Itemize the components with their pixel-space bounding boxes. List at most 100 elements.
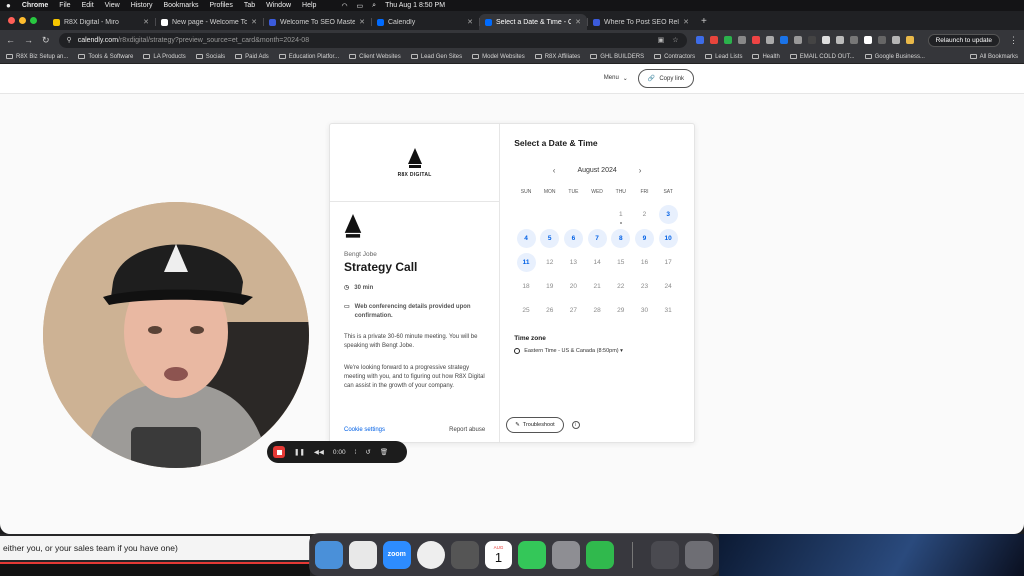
clock[interactable]: Thu Aug 1 8:50 PM (385, 2, 445, 9)
profile-avatar-icon[interactable] (905, 36, 914, 44)
menu-tab[interactable]: Tab (244, 2, 255, 9)
extension-icon[interactable] (863, 36, 872, 44)
bookmark-folder[interactable]: R8X Biz Setup an... (6, 54, 68, 60)
available-day-button[interactable]: 9 (633, 228, 657, 249)
menu-edit[interactable]: Edit (82, 2, 94, 9)
previous-month-icon[interactable]: ‹ (553, 166, 556, 175)
extension-icon[interactable] (835, 36, 844, 44)
available-day-button[interactable]: 11 (514, 252, 538, 272)
new-tab-button[interactable]: + (695, 16, 713, 30)
camera-icon[interactable]: ▣ (658, 36, 665, 44)
extension-icon[interactable] (821, 36, 830, 44)
address-bar[interactable]: ⚲ calendly.com/r8xdigital/strategy?previ… (58, 32, 687, 48)
forward-icon[interactable]: → (24, 35, 33, 45)
report-abuse-link[interactable]: Report abuse (449, 427, 485, 433)
system-settings-icon[interactable] (552, 540, 581, 569)
messages-icon[interactable] (518, 540, 547, 569)
minimize-window-button[interactable] (19, 17, 26, 24)
relaunch-button[interactable]: Relaunch to update (927, 33, 1000, 47)
close-window-button[interactable] (8, 17, 15, 24)
tab-seo-mastery[interactable]: Welcome To SEO Mastery ✕ (263, 14, 371, 30)
bookmark-star-icon[interactable]: ☆ (672, 36, 678, 44)
menu-view[interactable]: View (105, 2, 120, 9)
grid-icon[interactable]: ⁞ (355, 449, 357, 456)
trash-icon[interactable]: 🗑 (380, 448, 388, 456)
all-bookmarks[interactable]: All Bookmarks (969, 54, 1018, 60)
troubleshoot-button[interactable]: ✎ Troubleshoot (506, 417, 564, 433)
menu-profiles[interactable]: Profiles (209, 2, 232, 9)
tab-where-to-post[interactable]: Where To Post SEO Related ✕ (587, 14, 695, 30)
tab-calendly[interactable]: Calendly ✕ (371, 14, 479, 30)
tab-new-page[interactable]: New page - Welcome To Lan✕ (155, 14, 263, 30)
bookmark-folder[interactable]: Socials (195, 54, 225, 60)
menu-button[interactable]: Menu ⌄ (604, 75, 628, 82)
close-tab-icon[interactable]: ✕ (467, 18, 473, 26)
available-day-button[interactable]: 8 (609, 228, 633, 249)
extension-icon[interactable] (765, 36, 774, 44)
battery-icon[interactable]: ▭ (357, 2, 364, 10)
copy-link-button[interactable]: 🔗 Copy link (637, 69, 694, 88)
extension-icon[interactable] (807, 36, 816, 44)
extension-icon[interactable] (877, 36, 886, 44)
available-day-button[interactable]: 7 (585, 228, 609, 249)
bookmark-folder[interactable]: Education Platfor... (278, 54, 339, 60)
pause-icon[interactable]: ❚❚ (294, 448, 305, 456)
zoom-app-icon[interactable]: zoom (382, 540, 411, 569)
rewind-icon[interactable]: ◀◀ (314, 448, 324, 456)
more-menu-icon[interactable]: ⋮ (1009, 35, 1018, 46)
available-day-button[interactable]: 10 (656, 228, 680, 249)
close-tab-icon[interactable]: ✕ (251, 18, 257, 26)
available-day-button[interactable]: 3 (656, 205, 680, 225)
available-day-button[interactable]: 4 (514, 228, 538, 249)
close-tab-icon[interactable]: ✕ (683, 18, 689, 26)
search-icon[interactable]: ⌕ (372, 2, 376, 10)
menu-bookmarks[interactable]: Bookmarks (163, 2, 198, 9)
chrome-icon[interactable] (416, 540, 445, 569)
close-tab-icon[interactable]: ✕ (575, 18, 581, 26)
calendar-icon[interactable]: AUG 1 (484, 540, 513, 569)
timezone-select[interactable]: Eastern Time - US & Canada (8:50pm) ▾ (514, 348, 680, 355)
extension-icon[interactable] (709, 36, 718, 44)
tab-select-date[interactable]: Select a Date & Time - Ca ✕ (479, 14, 587, 30)
bookmark-folder[interactable]: Client Websites (349, 54, 401, 60)
video-progress-bar[interactable] (0, 562, 310, 564)
calculator-icon[interactable] (450, 540, 479, 569)
extension-icon[interactable] (695, 36, 704, 44)
close-tab-icon[interactable]: ✕ (359, 18, 365, 26)
launchpad-icon[interactable] (348, 540, 377, 569)
extension-icon[interactable] (737, 36, 746, 44)
bookmark-folder[interactable]: Lead Gen Sites (410, 54, 462, 60)
reload-icon[interactable]: ↻ (42, 35, 50, 46)
menu-file[interactable]: File (59, 2, 70, 9)
apple-icon[interactable]: ● (6, 1, 11, 10)
restart-icon[interactable]: ↺ (365, 448, 370, 456)
zoom-window-button[interactable] (30, 17, 37, 24)
bookmark-folder[interactable]: EMAIL COLD OUT... (789, 54, 855, 60)
extension-icon[interactable] (849, 36, 858, 44)
extension-icon[interactable] (891, 36, 900, 44)
menu-window[interactable]: Window (266, 2, 291, 9)
menu-history[interactable]: History (131, 2, 153, 9)
site-info-icon[interactable]: ⚲ (67, 36, 72, 44)
wifi-icon[interactable]: ◠ (341, 2, 347, 10)
bookmark-folder[interactable]: GHL BUILDERS (590, 54, 644, 60)
close-tab-icon[interactable]: ✕ (143, 18, 149, 26)
cookie-settings-link[interactable]: Cookie settings (344, 427, 385, 433)
downloads-icon[interactable] (651, 540, 680, 569)
bookmark-folder[interactable]: Paid Ads (235, 54, 269, 60)
available-day-button[interactable]: 6 (562, 228, 586, 249)
menu-app-name[interactable]: Chrome (22, 2, 48, 9)
next-month-icon[interactable]: › (639, 166, 642, 175)
bookmark-folder[interactable]: Lead Lists (705, 54, 742, 60)
finder-icon[interactable] (315, 540, 343, 569)
stop-recording-button[interactable] (273, 446, 285, 458)
extension-icon[interactable] (751, 36, 760, 44)
available-day-button[interactable]: 5 (538, 228, 562, 249)
numbers-icon[interactable] (586, 540, 615, 569)
extension-icon[interactable] (723, 36, 732, 44)
bookmark-folder[interactable]: R8X Affiliates (534, 54, 580, 60)
bookmark-folder[interactable]: Google Business... (864, 54, 925, 60)
back-icon[interactable]: ← (6, 35, 15, 45)
bookmark-folder[interactable]: LA Products (143, 54, 186, 60)
bookmark-folder[interactable]: Tools & Software (78, 54, 133, 60)
